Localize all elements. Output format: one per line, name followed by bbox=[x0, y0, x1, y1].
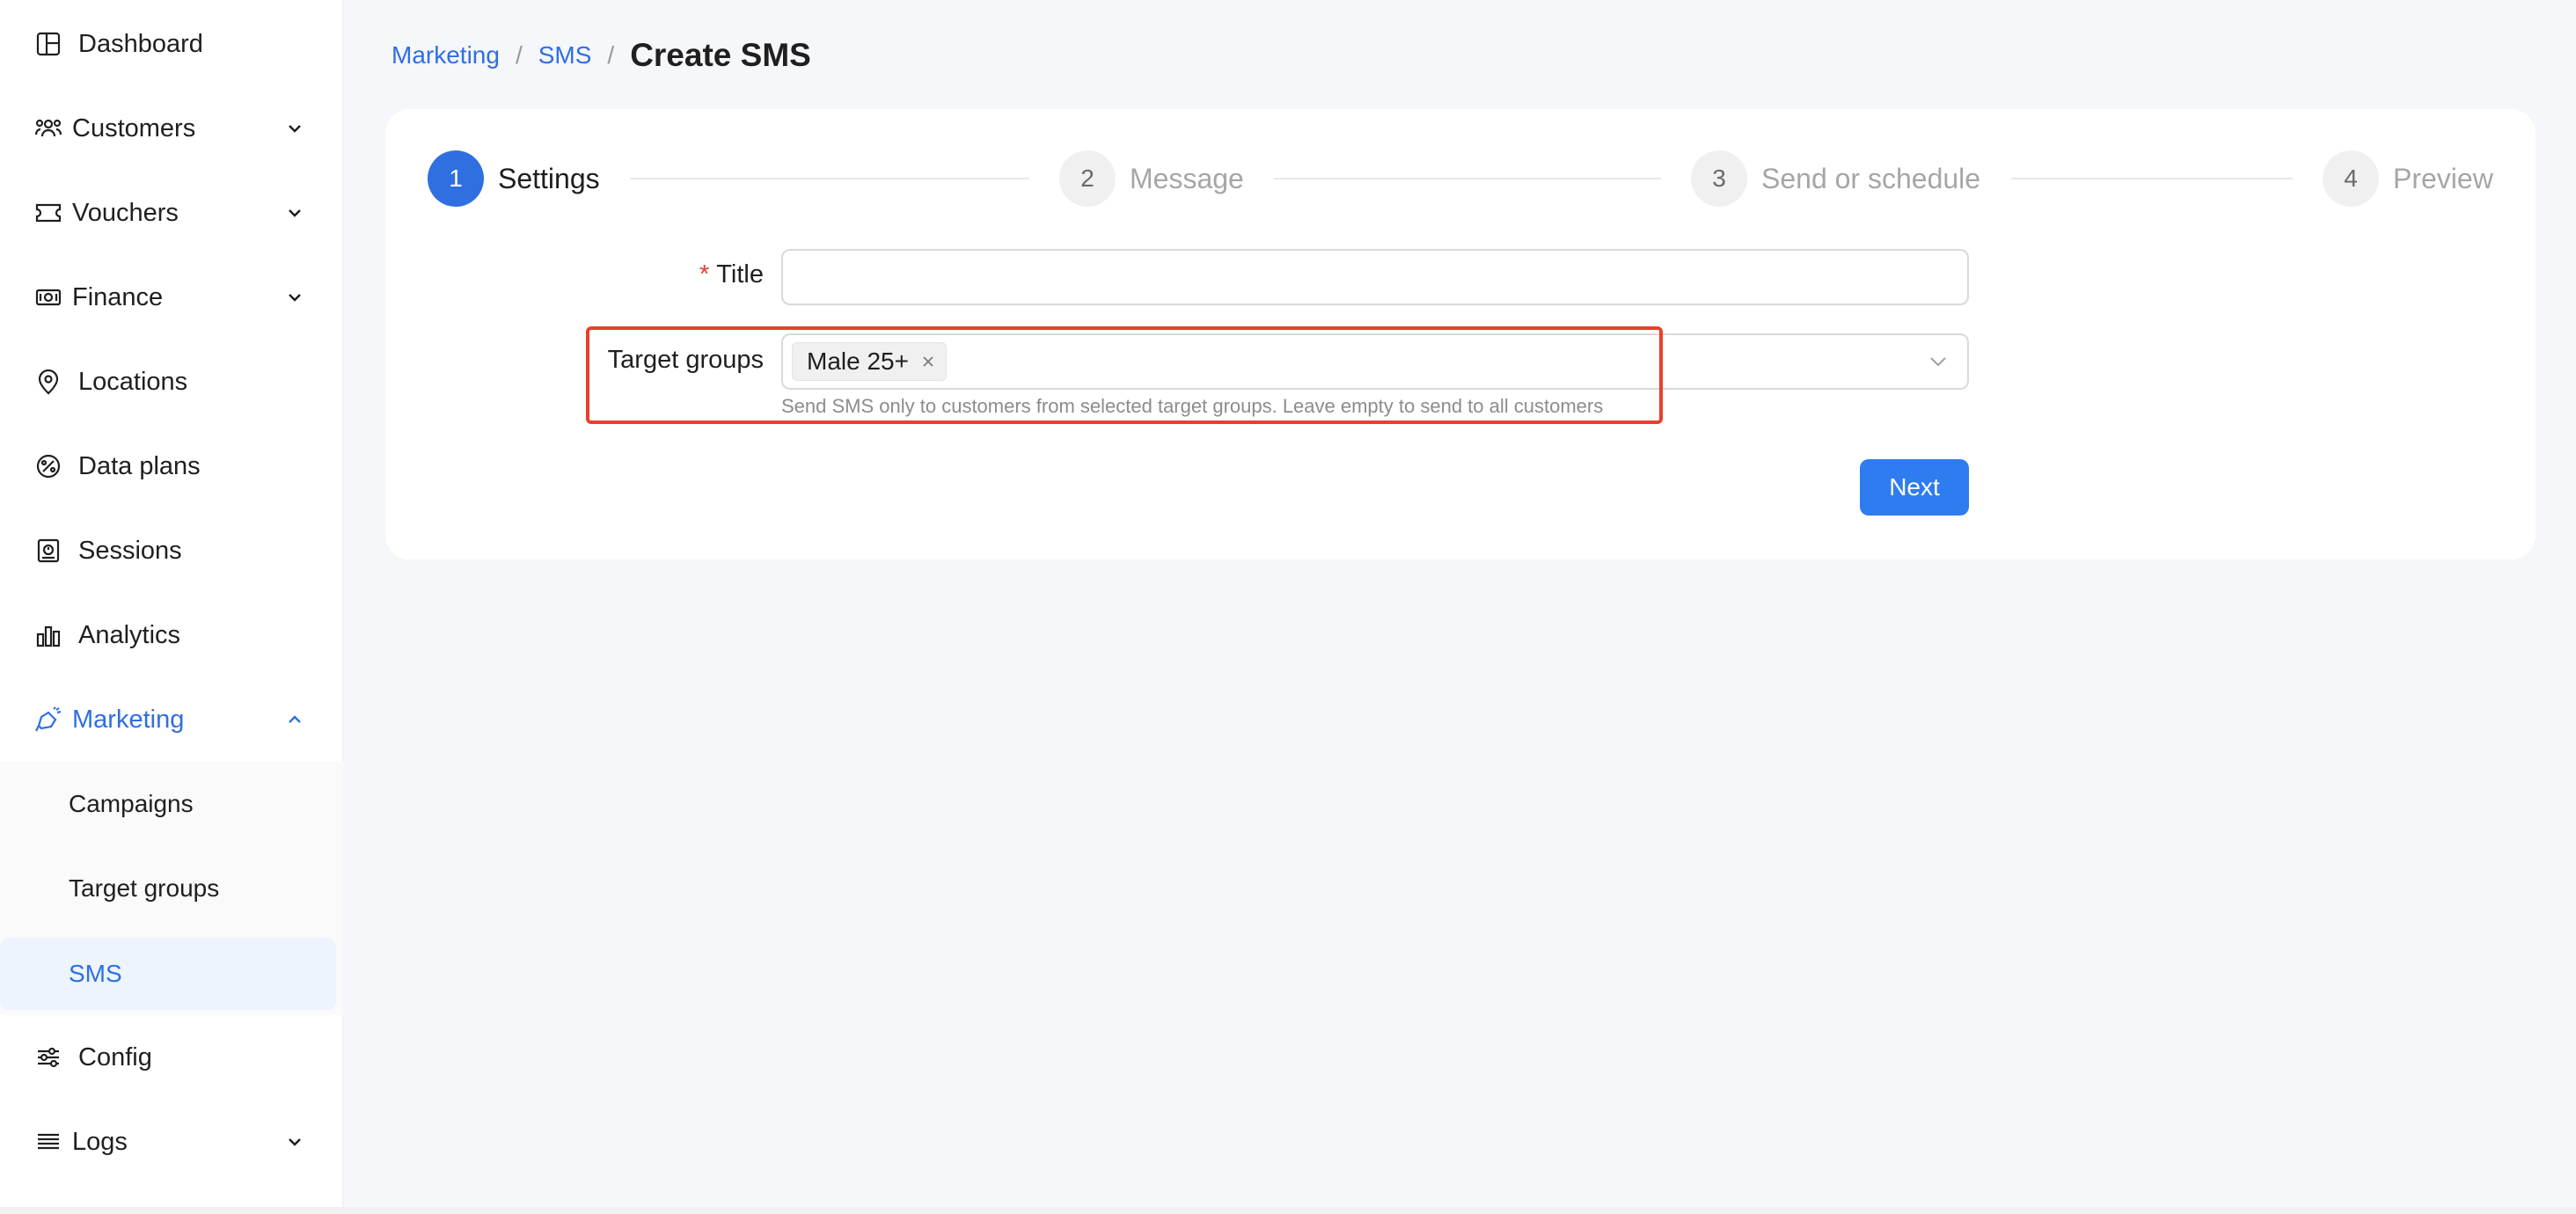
sidebar-subitem-campaigns[interactable]: Campaigns bbox=[0, 762, 343, 846]
sidebar-item-dashboard[interactable]: Dashboard bbox=[0, 2, 343, 86]
finance-icon bbox=[33, 282, 63, 312]
sidebar-item-logs[interactable]: Logs bbox=[0, 1100, 343, 1184]
sidebar-item-marketing[interactable]: Marketing bbox=[0, 677, 343, 762]
data-plans-icon bbox=[33, 451, 63, 481]
sidebar-subitem-label: Campaigns bbox=[69, 790, 194, 817]
breadcrumb-separator: / bbox=[607, 41, 615, 69]
chevron-down-icon[interactable] bbox=[283, 201, 306, 224]
bottom-border bbox=[0, 1207, 2576, 1214]
target-groups-select[interactable]: Male 25+ bbox=[781, 333, 1969, 390]
sidebar-item-data-plans[interactable]: Data plans bbox=[0, 424, 343, 508]
close-icon[interactable] bbox=[919, 353, 937, 370]
sidebar-item-label: Logs bbox=[72, 1127, 128, 1156]
customers-icon bbox=[33, 113, 63, 143]
analytics-icon bbox=[33, 620, 63, 650]
page-title: Create SMS bbox=[630, 37, 811, 73]
step-send-or-schedule[interactable]: 3 Send or schedule bbox=[1691, 150, 1980, 207]
step-connector bbox=[2011, 178, 2293, 179]
breadcrumb: Marketing / SMS / Create SMS bbox=[392, 33, 811, 77]
breadcrumb-link-marketing[interactable]: Marketing bbox=[392, 41, 500, 69]
sidebar-item-customers[interactable]: Customers bbox=[0, 86, 343, 171]
step-message[interactable]: 2 Message bbox=[1059, 150, 1244, 207]
step-label: Send or schedule bbox=[1761, 162, 1981, 194]
sidebar-item-label: Locations bbox=[78, 367, 188, 396]
step-number: 2 bbox=[1059, 150, 1116, 207]
sidebar-subitem-sms[interactable]: SMS bbox=[0, 938, 336, 1010]
sidebar-item-label: Dashboard bbox=[78, 29, 203, 58]
logs-icon bbox=[33, 1127, 63, 1157]
step-number: 1 bbox=[428, 150, 484, 207]
title-label-text: Title bbox=[716, 260, 764, 289]
selected-tag-label: Male 25+ bbox=[807, 347, 909, 375]
step-connector bbox=[630, 178, 1029, 179]
sidebar-item-label: Analytics bbox=[78, 620, 181, 649]
sidebar-subitem-target-groups[interactable]: Target groups bbox=[0, 846, 343, 931]
sidebar-item-label: Config bbox=[78, 1042, 152, 1071]
step-label: Settings bbox=[498, 162, 600, 194]
step-settings[interactable]: 1 Settings bbox=[428, 150, 600, 207]
sidebar-item-config[interactable]: Config bbox=[0, 1015, 343, 1100]
chevron-up-icon[interactable] bbox=[283, 708, 306, 731]
breadcrumb-link-sms[interactable]: SMS bbox=[538, 41, 592, 69]
dashboard-icon bbox=[33, 29, 63, 59]
sidebar-item-label: Customers bbox=[72, 113, 196, 143]
sessions-icon bbox=[33, 536, 63, 566]
step-label: Message bbox=[1130, 162, 1244, 194]
sidebar-subitem-label: Target groups bbox=[69, 874, 220, 902]
step-number: 4 bbox=[2323, 150, 2379, 207]
breadcrumb-separator: / bbox=[515, 41, 523, 69]
sidebar-item-label: Marketing bbox=[72, 705, 185, 734]
target-groups-label: Target groups bbox=[607, 346, 764, 374]
sidebar-item-locations[interactable]: Locations bbox=[0, 340, 343, 424]
sidebar-item-vouchers[interactable]: Vouchers bbox=[0, 171, 343, 255]
chevron-down-icon[interactable] bbox=[1927, 350, 1950, 373]
next-button[interactable]: Next bbox=[1860, 459, 1969, 516]
sidebar-item-analytics[interactable]: Analytics bbox=[0, 593, 343, 677]
sidebar: Dashboard Customers Vouchers Finance Loc… bbox=[0, 0, 343, 1207]
chevron-down-icon[interactable] bbox=[283, 1130, 306, 1153]
step-connector bbox=[1274, 178, 1661, 179]
sidebar-item-label: Vouchers bbox=[72, 198, 179, 227]
target-groups-help: Send SMS only to customers from selected… bbox=[781, 395, 1604, 417]
chevron-down-icon[interactable] bbox=[283, 286, 306, 309]
sidebar-item-sessions[interactable]: Sessions bbox=[0, 508, 343, 593]
sidebar-item-finance[interactable]: Finance bbox=[0, 255, 343, 340]
sidebar-subitem-label: SMS bbox=[69, 960, 122, 987]
step-label: Preview bbox=[2393, 162, 2493, 194]
selected-tag: Male 25+ bbox=[792, 342, 947, 381]
sidebar-item-label: Sessions bbox=[78, 536, 182, 565]
step-preview[interactable]: 4 Preview bbox=[2323, 150, 2493, 207]
sidebar-item-label: Finance bbox=[72, 282, 164, 311]
title-label: * Title bbox=[598, 260, 764, 289]
step-number: 3 bbox=[1691, 150, 1747, 207]
chevron-down-icon[interactable] bbox=[283, 117, 306, 140]
required-mark: * bbox=[699, 260, 710, 289]
marketing-icon bbox=[33, 705, 63, 735]
sidebar-item-label: Data plans bbox=[78, 451, 201, 480]
title-input[interactable] bbox=[781, 249, 1969, 305]
config-sliders-icon bbox=[33, 1042, 63, 1072]
location-pin-icon bbox=[33, 367, 63, 397]
voucher-icon bbox=[33, 198, 63, 228]
